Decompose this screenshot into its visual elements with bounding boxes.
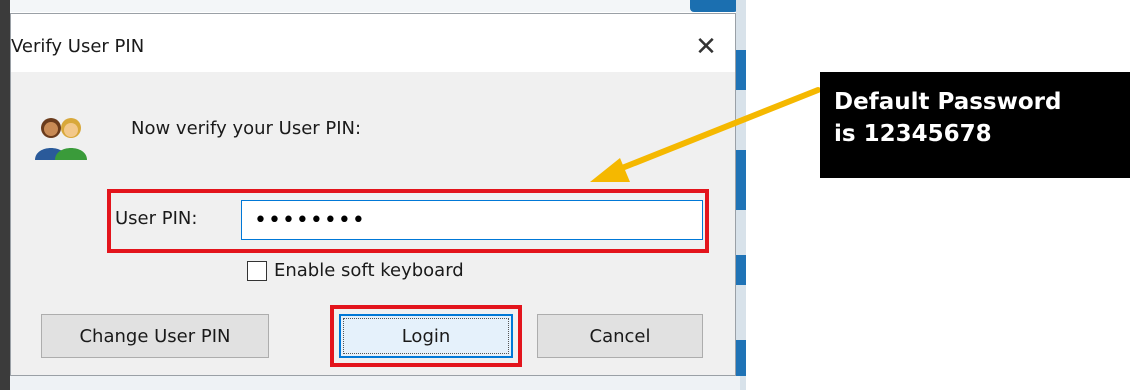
verify-pin-dialog: Verify User PIN ✕ Now verify your User P… [10,13,736,376]
close-icon: ✕ [695,32,717,62]
background-fragment [736,50,746,90]
dialog-titlebar[interactable]: Verify User PIN ✕ [11,14,735,72]
background-window-top [10,0,740,12]
background-fragment [736,340,746,376]
close-button[interactable]: ✕ [691,32,721,62]
login-button[interactable]: Login [339,314,513,358]
login-focus-ring [343,318,509,354]
soft-keyboard-option[interactable]: Enable soft keyboard [247,260,464,281]
callout-line-2: is 12345678 [834,121,992,147]
pin-label: User PIN: [115,208,198,229]
background-window-bottom [10,376,740,390]
dialog-title: Verify User PIN [11,36,145,57]
users-icon [35,118,87,160]
background-window-edge-right [736,0,746,390]
cancel-button-label: Cancel [589,325,651,347]
change-pin-button-label: Change User PIN [79,325,231,347]
background-window-edge-left [0,0,10,390]
cancel-button[interactable]: Cancel [537,314,703,358]
soft-keyboard-checkbox[interactable] [247,260,267,281]
background-fragment [736,150,746,210]
callout-line-1: Default Password [834,89,1062,115]
change-pin-button[interactable]: Change User PIN [41,314,269,358]
pin-input[interactable]: •••••••• [241,200,703,240]
background-fragment [736,255,746,285]
password-callout: Default Password is 12345678 [820,72,1130,178]
soft-keyboard-label: Enable soft keyboard [274,260,464,281]
background-logo-fragment [690,0,738,12]
pin-input-value: •••••••• [254,207,366,233]
prompt-text: Now verify your User PIN: [131,118,362,139]
